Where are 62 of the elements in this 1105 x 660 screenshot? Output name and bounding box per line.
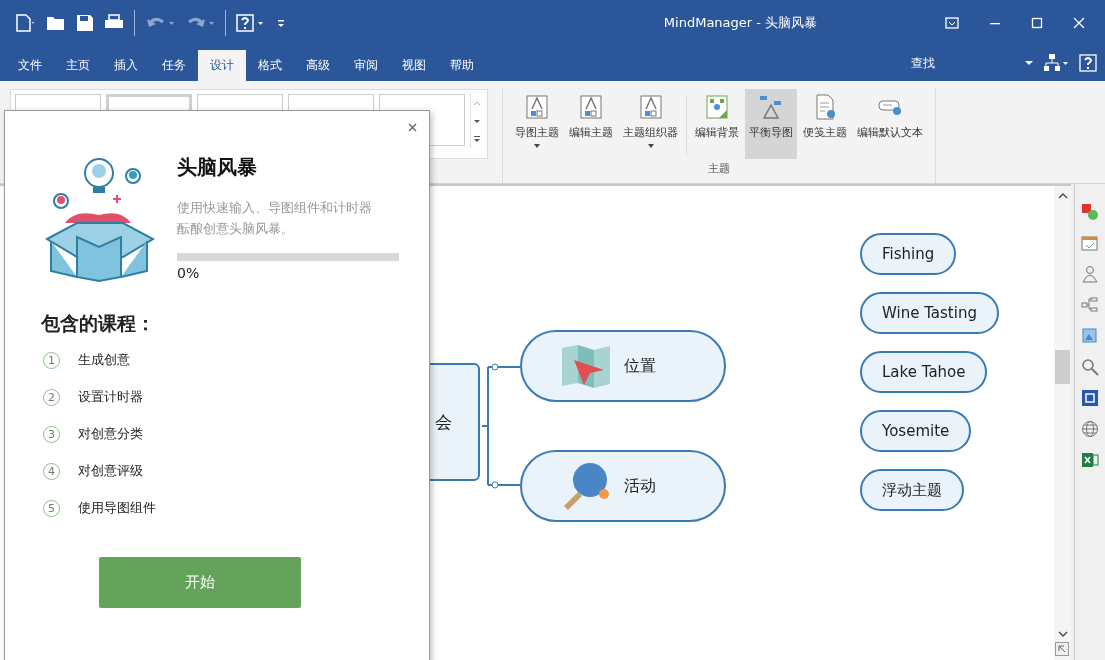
- ribbon-tab[interactable]: 审阅: [342, 50, 390, 81]
- ribbon-tab[interactable]: 格式: [246, 50, 294, 81]
- resize-corner-icon[interactable]: [1055, 642, 1069, 656]
- globe-icon[interactable]: [1080, 419, 1100, 439]
- window-title: MindManager - 头脑风暴: [662, 13, 819, 32]
- ribbon-tab[interactable]: 设计: [198, 50, 246, 81]
- lesson-item: 使用导图组件: [78, 499, 156, 517]
- find-link[interactable]: 查找: [911, 54, 935, 72]
- topic-tree-icon[interactable]: [1080, 295, 1100, 315]
- new-file-icon[interactable]: [14, 12, 36, 33]
- topic-style-icon: [577, 93, 605, 121]
- ribbon-tab[interactable]: 主页: [54, 50, 102, 81]
- ribbon-button[interactable]: 便笺主题: [799, 89, 851, 159]
- ribbon-button[interactable]: 编辑主题: [565, 89, 617, 159]
- ribbon-tab[interactable]: 视图: [390, 50, 438, 81]
- spreadsheet-icon[interactable]: [1080, 450, 1100, 470]
- dropdown-caret-icon[interactable]: [1025, 60, 1033, 66]
- lesson-item: 对创意评级: [78, 462, 143, 480]
- floating-topic[interactable]: 浮动主题: [860, 469, 964, 511]
- floating-topic[interactable]: Lake Tahoe: [860, 351, 988, 393]
- ribbon-tab[interactable]: 插入: [102, 50, 150, 81]
- search-icon[interactable]: [1080, 357, 1100, 377]
- ribbon-tab[interactable]: 帮助: [438, 50, 486, 81]
- vertical-scrollbar[interactable]: [1054, 186, 1071, 660]
- ribbon-tab[interactable]: 任务: [150, 50, 198, 81]
- ribbon-button[interactable]: 编辑默认文本: [853, 89, 927, 159]
- main-topic[interactable]: 位置: [520, 330, 726, 402]
- help-icon[interactable]: [1079, 54, 1097, 72]
- floating-topic[interactable]: Wine Tasting: [860, 292, 999, 334]
- ribbon-tab[interactable]: 文件: [6, 50, 54, 81]
- lesson-item: 生成创意: [78, 351, 130, 369]
- scrollbar-thumb[interactable]: [1055, 350, 1070, 384]
- lesson-item: 对创意分类: [78, 425, 143, 443]
- ribbon-button[interactable]: 主题组织器: [619, 89, 682, 159]
- floating-topic[interactable]: Fishing: [860, 233, 957, 275]
- ribbon-display-icon[interactable]: [945, 16, 959, 29]
- help-icon[interactable]: [236, 13, 266, 32]
- maximize-icon[interactable]: [1031, 16, 1043, 29]
- lesson-item: 设置计时器: [78, 388, 143, 406]
- fit-map-icon[interactable]: [1080, 388, 1100, 408]
- scroll-down-icon[interactable]: [1057, 630, 1068, 638]
- person-icon[interactable]: [1080, 264, 1100, 284]
- ribbon-tab[interactable]: 高级: [294, 50, 342, 81]
- ribbon-button[interactable]: 导图主题: [511, 89, 563, 159]
- section-heading: 包含的课程：: [41, 311, 156, 336]
- save-icon[interactable]: [76, 13, 94, 32]
- scroll-up-icon[interactable]: [1057, 192, 1068, 200]
- floating-topic[interactable]: Yosemite: [860, 410, 972, 452]
- task-check-icon[interactable]: [1080, 202, 1100, 222]
- ribbon-button[interactable]: 编辑背景: [691, 89, 743, 159]
- calendar-icon[interactable]: [1080, 233, 1100, 253]
- close-icon[interactable]: [408, 123, 417, 132]
- group-label: 主题: [708, 161, 730, 176]
- progress-reading: 0%: [177, 265, 201, 281]
- topic-style-icon: [523, 93, 551, 121]
- ribbon-button[interactable]: 平衡导图: [745, 89, 797, 159]
- panel-description: 使用快速输入、导图组件和计时器酝酿创意头脑风暴。: [177, 199, 373, 238]
- panel-title: 头脑风暴: [177, 154, 258, 181]
- org-chart-icon[interactable]: [1043, 53, 1069, 73]
- image-library-icon[interactable]: [1080, 326, 1100, 346]
- main-topic[interactable]: 活动: [520, 450, 726, 522]
- background-icon: [703, 93, 731, 121]
